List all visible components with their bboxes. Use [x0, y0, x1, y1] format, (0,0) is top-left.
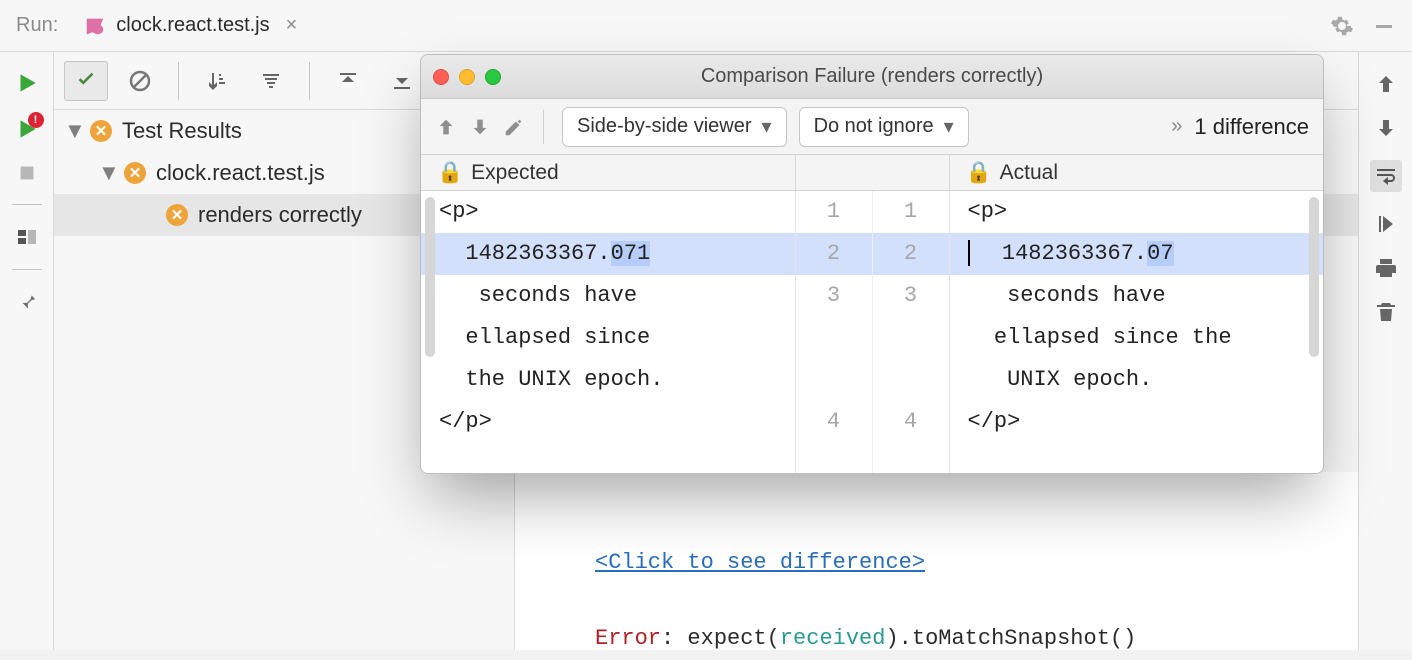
line-gutter: 1 2 3 4 1 2 3 4: [795, 191, 950, 473]
tree-test-label: renders correctly: [198, 202, 362, 228]
status-badge: ✕: [124, 162, 146, 184]
tab-title: clock.react.test.js: [116, 14, 269, 37]
gear-icon[interactable]: [1330, 14, 1354, 38]
stop-icon[interactable]: [16, 162, 38, 184]
edit-icon[interactable]: [503, 116, 525, 138]
jest-icon: [84, 15, 106, 37]
gutter-right: 1 2 3 4: [872, 191, 949, 473]
diff-count: 1 difference: [1194, 114, 1309, 140]
status-badge: ✕: [90, 120, 112, 142]
trash-icon[interactable]: [1374, 300, 1398, 324]
code-line: </p>: [421, 401, 795, 443]
ignore-mode-value: Do not ignore: [814, 115, 934, 138]
collapse-down-icon[interactable]: [380, 61, 424, 101]
code-line: <p>: [421, 191, 795, 233]
show-passed-toggle[interactable]: [64, 61, 108, 101]
chevron-down-icon: ▾: [944, 114, 954, 139]
expand-toolbar-icon[interactable]: »: [1171, 115, 1182, 138]
run-label: Run:: [16, 14, 58, 37]
lock-icon: 🔒: [966, 161, 992, 185]
viewer-mode-select[interactable]: Side-by-side viewer ▾: [562, 107, 787, 147]
received-token: received: [780, 626, 886, 651]
gutter-left: 1 2 3 4: [796, 191, 872, 473]
actual-pane[interactable]: <p> 1482363367.07 seconds have ellapsed …: [950, 191, 1324, 473]
ignore-mode-select[interactable]: Do not ignore ▾: [799, 107, 969, 147]
code-line: seconds have: [421, 275, 795, 317]
scrollbar[interactable]: [1309, 197, 1319, 357]
minimize-icon[interactable]: [1372, 14, 1396, 38]
actual-header: 🔒 Actual: [950, 155, 1324, 190]
print-icon[interactable]: [1374, 256, 1398, 280]
code-line-diff: 1482363367.071: [421, 233, 795, 275]
code-line: UNIX epoch.: [950, 359, 1324, 401]
code-line: </p>: [950, 401, 1324, 443]
arrow-up-icon[interactable]: [1374, 72, 1398, 96]
chevron-down-icon: ▾: [762, 114, 772, 139]
tree-file-label: clock.react.test.js: [156, 160, 325, 186]
code-line: ellapsed since: [421, 317, 795, 359]
tree-root-label: Test Results: [122, 118, 242, 144]
status-badge: ✕: [166, 204, 188, 226]
run-icon[interactable]: [14, 70, 40, 96]
prev-diff-icon[interactable]: [435, 116, 457, 138]
code-line: the UNIX epoch.: [421, 359, 795, 401]
code-line: seconds have: [950, 275, 1324, 317]
scroll-to-end-icon[interactable]: [1374, 212, 1398, 236]
close-tab-icon[interactable]: ×: [286, 14, 298, 37]
diff-body: <p> 1482363367.071 seconds have ellapsed…: [421, 191, 1323, 473]
chevron-down-icon: ▼: [64, 118, 84, 144]
viewer-mode-value: Side-by-side viewer: [577, 115, 752, 138]
layout-icon[interactable]: [15, 225, 39, 249]
see-difference-link[interactable]: <Click to see difference>: [595, 550, 925, 575]
comparison-dialog: Comparison Failure (renders correctly) S…: [420, 54, 1324, 474]
expand-config-icon[interactable]: [249, 61, 293, 101]
lock-icon: 🔒: [437, 161, 463, 185]
code-line: ellapsed since the: [950, 317, 1324, 359]
test-console: <Click to see difference> Error: expect(…: [514, 472, 1358, 650]
sort-icon[interactable]: [195, 61, 239, 101]
dialog-title: Comparison Failure (renders correctly): [421, 65, 1323, 88]
text-caret: [968, 240, 970, 266]
scrollbar[interactable]: [425, 197, 435, 357]
next-diff-icon[interactable]: [469, 116, 491, 138]
soft-wrap-icon[interactable]: [1370, 160, 1402, 192]
dialog-toolbar: Side-by-side viewer ▾ Do not ignore ▾ » …: [421, 99, 1323, 155]
error-line: Error: expect(received).toMatchSnapshot(…: [595, 618, 1358, 660]
code-line-diff: 1482363367.07: [950, 233, 1324, 275]
collapse-up-icon[interactable]: [326, 61, 370, 101]
dialog-titlebar[interactable]: Comparison Failure (renders correctly): [421, 55, 1323, 99]
run-tab-bar: Run: clock.react.test.js ×: [0, 0, 1412, 52]
diff-column-labels: 🔒 Expected 🔒 Actual: [421, 155, 1323, 191]
expected-header: 🔒 Expected: [421, 155, 795, 190]
expected-pane[interactable]: <p> 1482363367.071 seconds have ellapsed…: [421, 191, 795, 473]
left-run-toolbar: !: [0, 52, 54, 650]
code-line: <p>: [950, 191, 1324, 233]
rerun-failed-icon[interactable]: !: [14, 116, 40, 142]
arrow-down-icon[interactable]: [1374, 116, 1398, 140]
show-ignored-toggle[interactable]: [118, 61, 162, 101]
pin-icon[interactable]: [16, 290, 38, 312]
run-config-tab[interactable]: clock.react.test.js ×: [76, 8, 305, 43]
error-keyword: Error: [595, 626, 661, 651]
right-output-toolbar: [1358, 52, 1412, 650]
chevron-down-icon: ▼: [98, 160, 118, 186]
